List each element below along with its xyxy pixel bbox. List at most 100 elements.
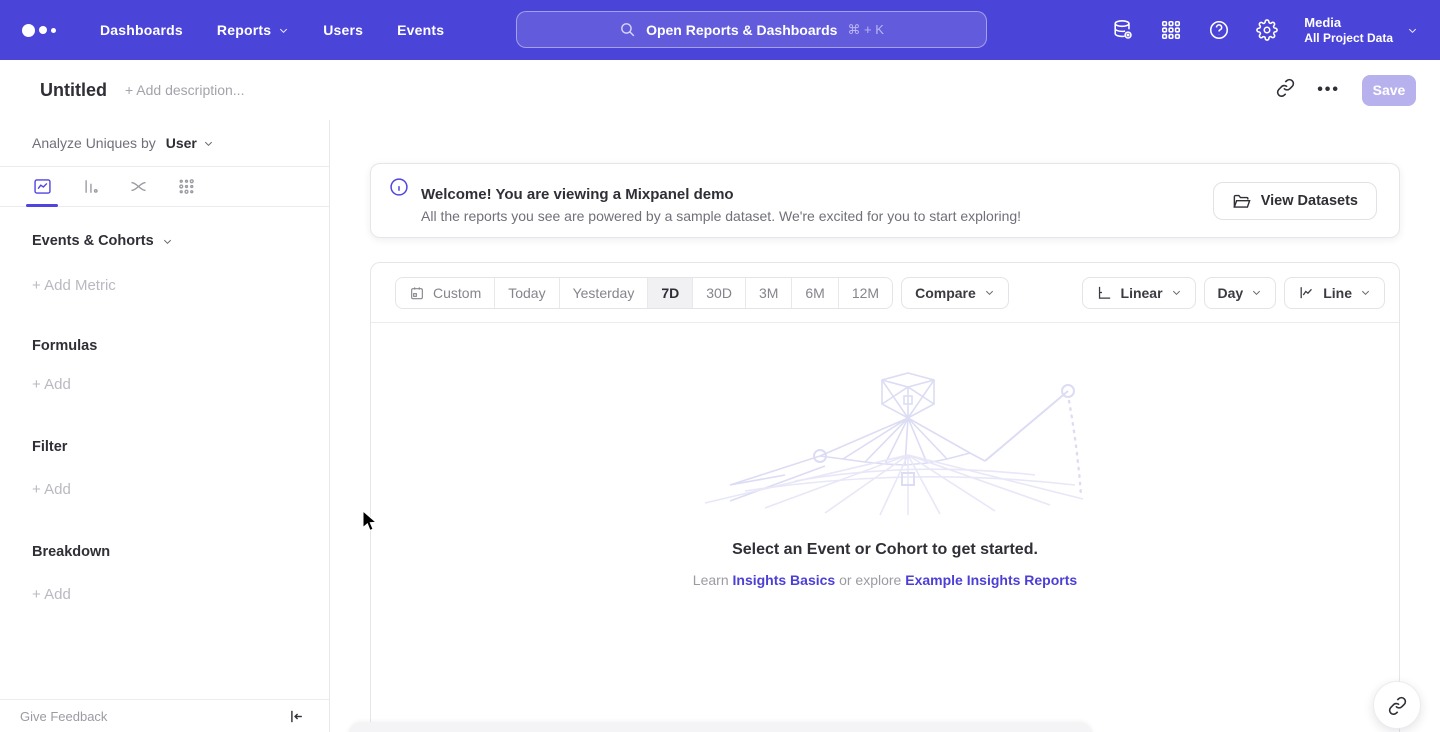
share-link-fab[interactable] — [1373, 681, 1421, 729]
search-label: Open Reports & Dashboards — [646, 22, 837, 38]
scale-label: Linear — [1121, 285, 1163, 301]
chevron-down-icon — [984, 287, 995, 298]
top-nav-bar: Dashboards Reports Users Events Open Rep… — [0, 0, 1440, 60]
nav-reports[interactable]: Reports — [217, 22, 289, 38]
more-options-button[interactable]: ••• — [1317, 81, 1340, 99]
link-icon — [1276, 78, 1295, 97]
date-range-label: 7D — [661, 285, 679, 301]
date-range-3m[interactable]: 3M — [746, 278, 792, 308]
insights-chart-card: Custom Today Yesterday 7D 30D 3M 6M 12M … — [370, 262, 1400, 732]
report-header-actions: ••• Save — [1276, 75, 1416, 106]
settings-gear-icon[interactable] — [1256, 19, 1278, 41]
mixpanel-logo[interactable] — [22, 24, 68, 37]
chevron-down-icon — [203, 138, 214, 149]
date-range-label: Today — [508, 285, 545, 301]
chart-type-tabs — [0, 167, 329, 207]
nav-reports-label: Reports — [217, 22, 271, 38]
chevron-down-icon — [1171, 287, 1182, 298]
section-breakdown: Breakdown + Add — [0, 544, 329, 603]
report-header: Untitled + Add description... ••• Save — [0, 60, 1440, 120]
interval-dropdown[interactable]: Day — [1204, 277, 1277, 309]
nav-users[interactable]: Users — [323, 22, 363, 38]
date-range-yesterday[interactable]: Yesterday — [560, 278, 649, 308]
link-icon — [1388, 696, 1407, 715]
tab-line-chart[interactable] — [30, 167, 54, 207]
line-type-icon — [1298, 284, 1315, 301]
scale-dropdown[interactable]: Linear — [1082, 277, 1196, 309]
chart-type-label: Line — [1323, 285, 1352, 301]
formulas-title: Formulas — [32, 338, 329, 354]
date-range-6m[interactable]: 6M — [792, 278, 838, 308]
nav-right-cluster: Media All Project Data — [1112, 0, 1418, 60]
help-icon[interactable] — [1208, 19, 1230, 41]
date-range-today[interactable]: Today — [495, 278, 559, 308]
section-formulas: Formulas + Add — [0, 338, 329, 393]
collapse-sidebar-icon[interactable] — [288, 708, 305, 725]
analyze-row: Analyze Uniques by User — [0, 120, 329, 167]
tab-flow-chart[interactable] — [126, 167, 150, 207]
save-button[interactable]: Save — [1362, 75, 1416, 106]
date-range-label: 30D — [706, 285, 732, 301]
date-range-12m[interactable]: 12M — [839, 278, 892, 308]
chart-toolbar: Custom Today Yesterday 7D 30D 3M 6M 12M … — [371, 263, 1399, 323]
breakdown-title: Breakdown — [32, 544, 329, 560]
nav-dashboards[interactable]: Dashboards — [100, 22, 183, 38]
analyze-label: Analyze Uniques by — [32, 135, 156, 151]
empty-state-illustration — [685, 363, 1085, 523]
tab-dot-grid[interactable] — [174, 167, 198, 207]
empty-state: Select an Event or Cohort to get started… — [371, 323, 1399, 588]
events-cohorts-header[interactable]: Events & Cohorts — [32, 233, 329, 249]
section-filter: Filter + Add — [0, 439, 329, 498]
date-range-custom[interactable]: Custom — [396, 278, 495, 308]
add-formula-button[interactable]: + Add — [32, 376, 329, 393]
dot-grid-icon — [176, 176, 197, 197]
compare-button[interactable]: Compare — [901, 277, 1009, 309]
section-events-cohorts: Events & Cohorts + Add Metric — [0, 233, 329, 294]
chevron-down-icon — [278, 25, 289, 36]
empty-middle: or explore — [835, 572, 905, 588]
data-management-icon[interactable] — [1112, 19, 1134, 41]
events-cohorts-title: Events & Cohorts — [32, 233, 154, 249]
project-selector[interactable]: Media All Project Data — [1304, 15, 1418, 46]
search-shortcut: ⌘ + K — [847, 22, 884, 38]
date-range-label: Yesterday — [573, 285, 635, 301]
example-reports-link[interactable]: Example Insights Reports — [905, 572, 1077, 588]
search-icon — [619, 21, 636, 38]
banner-title: Welcome! You are viewing a Mixpanel demo — [421, 184, 1021, 206]
copy-link-button[interactable] — [1276, 78, 1295, 102]
nav-events[interactable]: Events — [397, 22, 444, 38]
flow-chart-icon — [128, 176, 149, 197]
chart-type-dropdown[interactable]: Line — [1284, 277, 1385, 309]
report-description-placeholder[interactable]: + Add description... — [125, 82, 244, 98]
tab-bar-chart[interactable] — [78, 167, 102, 207]
welcome-banner: Welcome! You are viewing a Mixpanel demo… — [370, 163, 1400, 238]
date-range-30d[interactable]: 30D — [693, 278, 746, 308]
date-range-segmented-control: Custom Today Yesterday 7D 30D 3M 6M 12M — [395, 277, 893, 309]
add-metric-button[interactable]: + Add Metric — [32, 277, 329, 294]
analyze-by-dropdown[interactable]: User — [166, 135, 214, 151]
line-chart-icon — [32, 176, 53, 197]
date-range-7d[interactable]: 7D — [648, 278, 693, 308]
add-breakdown-button[interactable]: + Add — [32, 586, 329, 603]
bar-chart-icon — [80, 176, 101, 197]
bottom-panel-edge[interactable] — [348, 722, 1093, 732]
date-range-label: 6M — [805, 285, 824, 301]
project-subtitle: All Project Data — [1304, 31, 1393, 46]
apps-grid-icon[interactable] — [1160, 19, 1182, 41]
view-datasets-button[interactable]: View Datasets — [1213, 182, 1377, 220]
folder-icon — [1232, 192, 1251, 211]
chevron-down-icon — [1407, 25, 1418, 36]
report-title[interactable]: Untitled — [40, 80, 107, 101]
calendar-icon — [409, 285, 425, 301]
query-sidebar: Analyze Uniques by User — [0, 120, 330, 732]
global-search-button[interactable]: Open Reports & Dashboards ⌘ + K — [516, 11, 987, 48]
insights-basics-link[interactable]: Insights Basics — [733, 572, 836, 588]
date-range-label: 3M — [759, 285, 778, 301]
give-feedback-link[interactable]: Give Feedback — [20, 709, 107, 724]
empty-state-title: Select an Event or Cohort to get started… — [371, 541, 1399, 559]
date-range-label: Custom — [433, 285, 481, 301]
add-filter-button[interactable]: + Add — [32, 481, 329, 498]
analyze-by-value: User — [166, 135, 197, 151]
chevron-down-icon — [1251, 287, 1262, 298]
logo-dot — [39, 26, 47, 34]
